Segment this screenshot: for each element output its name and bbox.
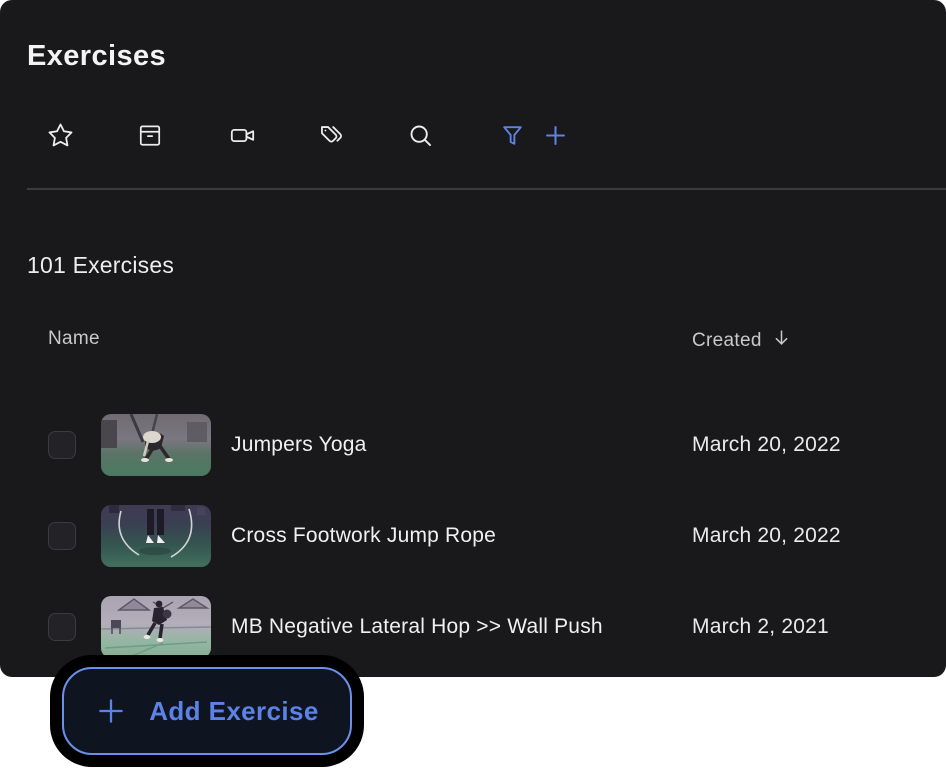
column-header-name[interactable]: Name [48, 328, 100, 350]
toolbar-divider [27, 188, 946, 190]
tags-button[interactable] [309, 113, 353, 157]
filter-button[interactable] [490, 113, 534, 157]
page-title: Exercises [27, 40, 166, 73]
exercise-created-date: March 20, 2022 [692, 524, 841, 548]
row-checkbox[interactable] [48, 613, 76, 641]
exercise-count: 101 Exercises [27, 252, 174, 279]
favorites-button[interactable] [38, 113, 82, 157]
sort-desc-arrow-icon [772, 328, 791, 353]
add-exercise-button[interactable]: Add Exercise [62, 667, 352, 755]
exercise-row[interactable]: Jumpers Yoga March 20, 2022 [0, 399, 946, 490]
add-exercise-button-halo: Add Exercise [50, 655, 364, 767]
filter-icon [500, 123, 525, 148]
add-exercise-label: Add Exercise [149, 696, 319, 727]
name-header-label: Name [48, 328, 100, 350]
search-button[interactable] [398, 113, 442, 157]
exercise-thumbnail[interactable] [101, 505, 211, 567]
row-checkbox[interactable] [48, 431, 76, 459]
column-header-created[interactable]: Created [692, 328, 791, 353]
quick-add-button[interactable] [533, 113, 577, 157]
search-icon [407, 122, 434, 149]
exercise-created-date: March 20, 2022 [692, 433, 841, 457]
tags-icon [318, 122, 345, 149]
star-icon [47, 122, 74, 149]
exercise-thumbnail[interactable] [101, 414, 211, 476]
exercise-name: MB Negative Lateral Hop >> Wall Push [231, 615, 603, 639]
exercise-name: Jumpers Yoga [231, 433, 367, 457]
row-checkbox[interactable] [48, 522, 76, 550]
video-library-button[interactable] [220, 113, 264, 157]
video-camera-icon [229, 122, 256, 149]
exercise-row[interactable]: Cross Footwork Jump Rope March 20, 2022 [0, 490, 946, 581]
exercises-panel: Exercises [0, 0, 946, 677]
created-header-label: Created [692, 330, 762, 352]
plus-icon [542, 122, 569, 149]
exercise-thumbnail[interactable] [101, 596, 211, 658]
archive-button[interactable] [128, 113, 172, 157]
exercise-list: Jumpers Yoga March 20, 2022 [0, 399, 946, 672]
plus-icon [95, 695, 127, 727]
archive-icon [137, 122, 163, 148]
exercise-created-date: March 2, 2021 [692, 615, 829, 639]
exercise-name: Cross Footwork Jump Rope [231, 524, 496, 548]
